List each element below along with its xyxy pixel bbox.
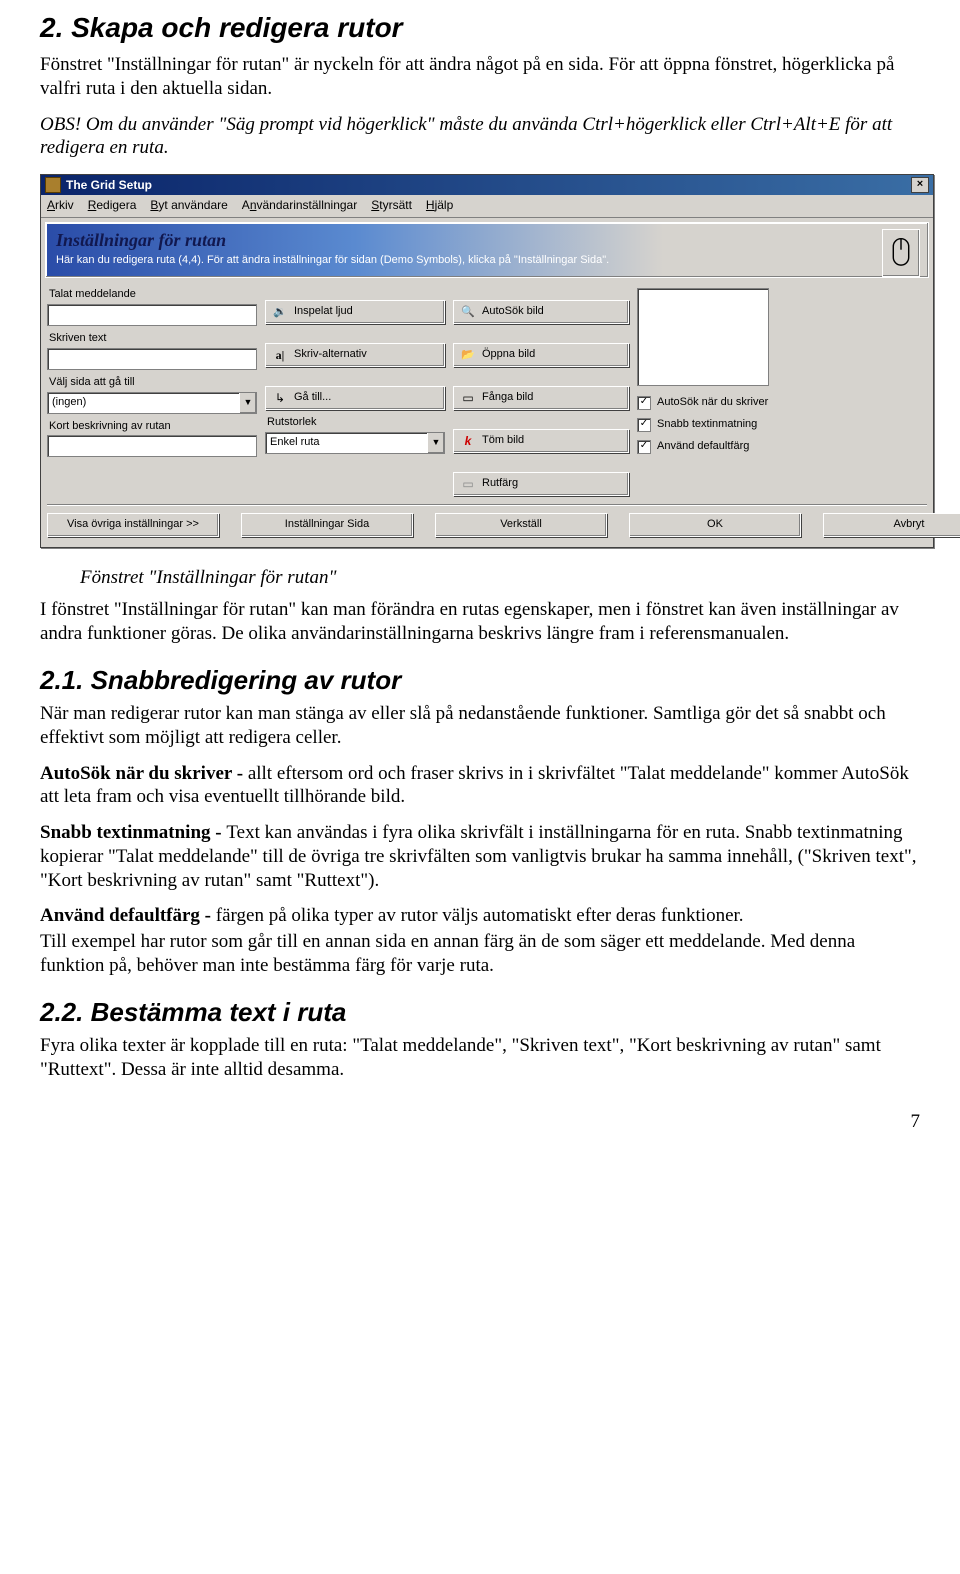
btn-tom-bild[interactable]: Töm bild [453, 429, 629, 453]
intro-paragraph: Fönstret "Inställningar för rutan" är ny… [40, 53, 920, 101]
text-icon [272, 347, 288, 363]
btn-visa-ovriga[interactable]: Visa övriga inställningar >> [47, 513, 219, 537]
menubar: Arkiv Redigera Byt användare Användarins… [41, 195, 933, 218]
btn-installningar-sida[interactable]: Inställningar Sida [241, 513, 413, 537]
p22: Fyra olika texter är kopplade till en ru… [40, 1034, 920, 1082]
select-valjsida[interactable]: (ingen) ▼ [47, 392, 257, 414]
close-button[interactable]: × [911, 177, 929, 193]
banner: Inställningar för rutan Här kan du redig… [45, 222, 929, 278]
select-rutstorlek[interactable]: Enkel ruta ▼ [265, 432, 445, 454]
heading-2-2: 2.2. Bestämma text i ruta [40, 996, 920, 1029]
btn-skrivalt-label: Skriv-alternativ [294, 348, 367, 362]
label-rutstorlek: Rutstorlek [267, 416, 445, 430]
btn-tombild-label: Töm bild [482, 434, 524, 448]
column-1: Talat meddelande Skriven text Välj sida … [47, 282, 257, 496]
dropdown-icon: ▼ [239, 393, 256, 413]
chk-snabb-label: Snabb textinmatning [657, 418, 757, 432]
checkbox-icon: ✓ [637, 440, 651, 454]
btn-ok-label: OK [707, 518, 723, 532]
btn-rutfarg-label: Rutfärg [482, 477, 518, 491]
label-talat: Talat meddelande [49, 288, 257, 302]
chk-defaultfarg[interactable]: ✓ Använd defaultfärg [637, 440, 749, 454]
chk-autosok-label: AutoSök när du skriver [657, 396, 768, 410]
folder-open-icon [460, 347, 476, 363]
input-skriven[interactable] [47, 348, 257, 370]
btn-ga-till[interactable]: Gå till... [265, 386, 445, 410]
select-rutstorlek-value: Enkel ruta [270, 436, 427, 450]
chk-autosok[interactable]: ✓ AutoSök när du skriver [637, 396, 768, 410]
window-title: The Grid Setup [66, 178, 911, 193]
titlebar: The Grid Setup × [41, 175, 933, 195]
btn-oppna-bild[interactable]: Öppna bild [453, 343, 629, 367]
btn-fanga-bild[interactable]: Fånga bild [453, 386, 629, 410]
menu-redigera[interactable]: Redigera [88, 198, 137, 213]
clear-icon [460, 433, 476, 449]
btn-skriv-alternativ[interactable]: Skriv-alternativ [265, 343, 445, 367]
page-number: 7 [40, 1110, 920, 1134]
label-skriven: Skriven text [49, 332, 257, 346]
menu-hjalp[interactable]: Hjälp [426, 198, 453, 213]
input-kort[interactable] [47, 435, 257, 457]
label-valjsida: Välj sida att gå till [49, 376, 257, 390]
p21d-rest: färgen på olika typer av rutor väljs aut… [216, 905, 744, 926]
p21c: Snabb textinmatning - Text kan användas … [40, 821, 920, 892]
btn-inspelat-ljud[interactable]: Inspelat ljud [265, 300, 445, 324]
menu-styrsatt[interactable]: Styrsätt [371, 198, 412, 213]
banner-title: Inställningar för rutan [56, 229, 918, 252]
btn-ok[interactable]: OK [629, 513, 801, 537]
image-preview [637, 288, 769, 386]
menu-arkiv[interactable]: Arkiv [47, 198, 74, 213]
dropdown-icon: ▼ [427, 433, 444, 453]
btn-rutfarg[interactable]: Rutfärg [453, 472, 629, 496]
app-icon [45, 177, 61, 193]
chk-snabb[interactable]: ✓ Snabb textinmatning [637, 418, 757, 432]
menu-byt-anvandare[interactable]: Byt användare [150, 198, 227, 213]
speaker-icon [272, 304, 288, 320]
column-2: Inspelat ljud Skriv-alternativ Gå till..… [265, 282, 445, 496]
column-4: ✓ AutoSök när du skriver ✓ Snabb textinm… [637, 282, 927, 496]
chk-defaultfarg-label: Använd defaultfärg [657, 440, 749, 454]
p21e: Till exempel har rutor som går till en a… [40, 930, 920, 978]
mouse-icon [882, 229, 920, 277]
p21c-lead: Snabb textinmatning - [40, 822, 226, 843]
heading-2-1: 2.1. Snabbredigering av rutor [40, 664, 920, 697]
btn-avbryt-label: Avbryt [894, 518, 925, 532]
paragraph-after-window: I fönstret "Inställningar för rutan" kan… [40, 598, 920, 646]
menu-anvandarinstallningar[interactable]: Användarinställningar [242, 198, 357, 213]
btn-autosokbild-label: AutoSök bild [482, 305, 544, 319]
select-valjsida-value: (ingen) [52, 396, 239, 410]
p21b: AutoSök när du skriver - allt eftersom o… [40, 762, 920, 810]
heading-main: 2. Skapa och redigera rutor [40, 10, 920, 45]
figure-caption: Fönstret "Inställningar för rutan" [80, 566, 920, 590]
input-talat[interactable] [47, 304, 257, 326]
btn-gatill-label: Gå till... [294, 391, 331, 405]
btn-autosok-bild[interactable]: AutoSök bild [453, 300, 629, 324]
label-kort: Kort beskrivning av rutan [49, 420, 257, 434]
p21a: När man redigerar rutor kan man stänga a… [40, 702, 920, 750]
btn-avbryt[interactable]: Avbryt [823, 513, 960, 537]
btn-verkstall-label: Verkställ [500, 518, 542, 532]
checkbox-icon: ✓ [637, 396, 651, 410]
btn-verkstall[interactable]: Verkställ [435, 513, 607, 537]
goto-icon [272, 390, 288, 406]
footer-buttons: Visa övriga inställningar >> Inställning… [41, 505, 933, 547]
btn-sida-label: Inställningar Sida [285, 518, 369, 532]
p21d: Använd defaultfärg - färgen på olika typ… [40, 904, 920, 928]
p21d-lead: Använd defaultfärg - [40, 905, 216, 926]
search-icon [460, 304, 476, 320]
checkbox-icon: ✓ [637, 418, 651, 432]
p21b-lead: AutoSök när du skriver - [40, 763, 248, 784]
banner-sub: Här kan du redigera ruta (4,4). För att … [56, 254, 918, 268]
btn-fangabild-label: Fånga bild [482, 391, 533, 405]
btn-oppnabild-label: Öppna bild [482, 348, 535, 362]
obs-paragraph: OBS! Om du använder "Säg prompt vid höge… [40, 113, 920, 161]
dialog-body: Talat meddelande Skriven text Välj sida … [41, 282, 933, 500]
btn-visa-label: Visa övriga inställningar >> [67, 518, 199, 532]
column-3: AutoSök bild Öppna bild Fånga bild Töm b… [453, 282, 629, 496]
btn-inspelat-label: Inspelat ljud [294, 305, 353, 319]
capture-icon [460, 390, 476, 406]
color-icon [460, 476, 476, 492]
dialog-window: The Grid Setup × Arkiv Redigera Byt anvä… [40, 174, 934, 548]
